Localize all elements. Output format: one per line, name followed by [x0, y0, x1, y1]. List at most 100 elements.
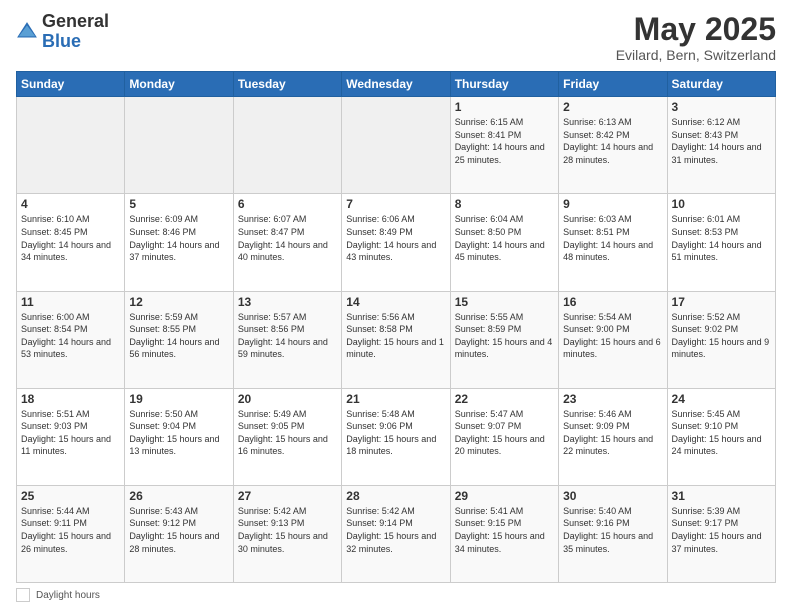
calendar-cell: 16 Sunrise: 5:54 AMSunset: 9:00 PMDayligh…: [559, 291, 667, 388]
calendar-cell: 6Sunrise: 6:07 AMSunset: 8:47 PMDaylight…: [233, 194, 341, 291]
calendar-cell: 12 Sunrise: 5:59 AMSunset: 8:55 PMDayligh…: [125, 291, 233, 388]
day-info: Sunrise: 6:15 AMSunset: 8:41 PMDaylight:…: [455, 116, 554, 166]
day-info: Sunrise: 5:54 AMSunset: 9:00 PMDaylight:…: [563, 311, 662, 361]
calendar-weekday-monday: Monday: [125, 72, 233, 97]
day-info: Sunrise: 5:48 AMSunset: 9:06 PMDaylight:…: [346, 408, 445, 458]
day-number: 28: [346, 489, 445, 503]
day-info: Sunrise: 5:51 AMSunset: 9:03 PMDaylight:…: [21, 408, 120, 458]
calendar-cell: [125, 97, 233, 194]
day-number: 21: [346, 392, 445, 406]
day-info: Sunrise: 5:52 AMSunset: 9:02 PMDaylight:…: [672, 311, 771, 361]
day-number: 25: [21, 489, 120, 503]
day-info: Sunrise: 5:50 AMSunset: 9:04 PMDaylight:…: [129, 408, 228, 458]
calendar-weekday-saturday: Saturday: [667, 72, 775, 97]
day-number: 11: [21, 295, 120, 309]
calendar-weekday-friday: Friday: [559, 72, 667, 97]
day-number: 29: [455, 489, 554, 503]
day-info: Sunrise: 5:55 AMSunset: 8:59 PMDaylight:…: [455, 311, 554, 361]
day-number: 16: [563, 295, 662, 309]
footer-label: Daylight hours: [36, 590, 100, 601]
day-number: 14: [346, 295, 445, 309]
calendar-cell: 19 Sunrise: 5:50 AMSunset: 9:04 PMDayligh…: [125, 388, 233, 485]
day-number: 12: [129, 295, 228, 309]
title-block: May 2025 Evilard, Bern, Switzerland: [616, 12, 776, 63]
day-number: 20: [238, 392, 337, 406]
calendar-cell: 2 Sunrise: 6:13 AMSunset: 8:42 PMDaylight…: [559, 97, 667, 194]
day-number: 30: [563, 489, 662, 503]
calendar-cell: 21 Sunrise: 5:48 AMSunset: 9:06 PMDayligh…: [342, 388, 450, 485]
day-info: Sunrise: 5:42 AMSunset: 9:14 PMDaylight:…: [346, 505, 445, 555]
calendar-cell: 9 Sunrise: 6:03 AMSunset: 8:51 PMDaylight…: [559, 194, 667, 291]
day-info: Sunrise: 6:10 AMSunset: 8:45 PMDaylight:…: [21, 213, 120, 263]
day-info: Sunrise: 5:41 AMSunset: 9:15 PMDaylight:…: [455, 505, 554, 555]
logo: General Blue: [16, 12, 109, 52]
calendar-cell: 17 Sunrise: 5:52 AMSunset: 9:02 PMDayligh…: [667, 291, 775, 388]
day-info: Sunrise: 5:45 AMSunset: 9:10 PMDaylight:…: [672, 408, 771, 458]
day-info: Sunrise: 6:03 AMSunset: 8:51 PMDaylight:…: [563, 213, 662, 263]
calendar-weekday-tuesday: Tuesday: [233, 72, 341, 97]
calendar-cell: 7Sunrise: 6:06 AMSunset: 8:49 PMDaylight…: [342, 194, 450, 291]
day-number: 19: [129, 392, 228, 406]
day-info: Sunrise: 6:12 AMSunset: 8:43 PMDaylight:…: [672, 116, 771, 166]
month-title: May 2025: [616, 12, 776, 47]
calendar-week-row: 4 Sunrise: 6:10 AMSunset: 8:45 PMDaylight…: [17, 194, 776, 291]
day-number: 15: [455, 295, 554, 309]
calendar-header-row: SundayMondayTuesdayWednesdayThursdayFrid…: [17, 72, 776, 97]
day-info: Sunrise: 6:09 AMSunset: 8:46 PMDaylight:…: [129, 213, 228, 263]
calendar-cell: [233, 97, 341, 194]
calendar-week-row: 18 Sunrise: 5:51 AMSunset: 9:03 PMDayligh…: [17, 388, 776, 485]
calendar-cell: 14 Sunrise: 5:56 AMSunset: 8:58 PMDayligh…: [342, 291, 450, 388]
day-number: 5: [129, 197, 228, 211]
day-number: 9: [563, 197, 662, 211]
day-info: Sunrise: 5:47 AMSunset: 9:07 PMDaylight:…: [455, 408, 554, 458]
calendar-weekday-wednesday: Wednesday: [342, 72, 450, 97]
day-number: 23: [563, 392, 662, 406]
day-info: Sunrise: 5:46 AMSunset: 9:09 PMDaylight:…: [563, 408, 662, 458]
day-number: 24: [672, 392, 771, 406]
calendar-cell: 18 Sunrise: 5:51 AMSunset: 9:03 PMDayligh…: [17, 388, 125, 485]
day-number: 13: [238, 295, 337, 309]
day-info: Sunrise: 5:59 AMSunset: 8:55 PMDaylight:…: [129, 311, 228, 361]
calendar-cell: 4 Sunrise: 6:10 AMSunset: 8:45 PMDaylight…: [17, 194, 125, 291]
logo-blue: Blue: [42, 31, 81, 51]
day-info: Sunrise: 5:39 AMSunset: 9:17 PMDaylight:…: [672, 505, 771, 555]
day-number: 2: [563, 100, 662, 114]
day-number: 22: [455, 392, 554, 406]
calendar-weekday-thursday: Thursday: [450, 72, 558, 97]
calendar-cell: 30 Sunrise: 5:40 AMSunset: 9:16 PMDayligh…: [559, 485, 667, 582]
calendar-cell: 31Sunrise: 5:39 AMSunset: 9:17 PMDayligh…: [667, 485, 775, 582]
calendar-cell: 11Sunrise: 6:00 AMSunset: 8:54 PMDayligh…: [17, 291, 125, 388]
calendar-cell: 25 Sunrise: 5:44 AMSunset: 9:11 PMDayligh…: [17, 485, 125, 582]
day-number: 3: [672, 100, 771, 114]
header: General Blue May 2025 Evilard, Bern, Swi…: [16, 12, 776, 63]
day-info: Sunrise: 5:57 AMSunset: 8:56 PMDaylight:…: [238, 311, 337, 361]
calendar-table: SundayMondayTuesdayWednesdayThursdayFrid…: [16, 71, 776, 583]
logo-icon: [16, 21, 38, 43]
calendar-cell: 15 Sunrise: 5:55 AMSunset: 8:59 PMDayligh…: [450, 291, 558, 388]
day-info: Sunrise: 5:44 AMSunset: 9:11 PMDaylight:…: [21, 505, 120, 555]
day-info: Sunrise: 5:40 AMSunset: 9:16 PMDaylight:…: [563, 505, 662, 555]
day-info: Sunrise: 5:42 AMSunset: 9:13 PMDaylight:…: [238, 505, 337, 555]
calendar-cell: 1Sunrise: 6:15 AMSunset: 8:41 PMDaylight…: [450, 97, 558, 194]
day-info: Sunrise: 6:13 AMSunset: 8:42 PMDaylight:…: [563, 116, 662, 166]
calendar-cell: 13 Sunrise: 5:57 AMSunset: 8:56 PMDayligh…: [233, 291, 341, 388]
calendar-cell: 23 Sunrise: 5:46 AMSunset: 9:09 PMDayligh…: [559, 388, 667, 485]
day-number: 18: [21, 392, 120, 406]
day-number: 17: [672, 295, 771, 309]
day-info: Sunrise: 6:06 AMSunset: 8:49 PMDaylight:…: [346, 213, 445, 263]
day-info: Sunrise: 5:56 AMSunset: 8:58 PMDaylight:…: [346, 311, 445, 361]
calendar-cell: 10Sunrise: 6:01 AMSunset: 8:53 PMDayligh…: [667, 194, 775, 291]
logo-general: General: [42, 11, 109, 31]
calendar-cell: 22 Sunrise: 5:47 AMSunset: 9:07 PMDayligh…: [450, 388, 558, 485]
day-number: 8: [455, 197, 554, 211]
calendar-cell: 29 Sunrise: 5:41 AMSunset: 9:15 PMDayligh…: [450, 485, 558, 582]
calendar-week-row: 11Sunrise: 6:00 AMSunset: 8:54 PMDayligh…: [17, 291, 776, 388]
day-info: Sunrise: 6:07 AMSunset: 8:47 PMDaylight:…: [238, 213, 337, 263]
day-info: Sunrise: 6:04 AMSunset: 8:50 PMDaylight:…: [455, 213, 554, 263]
calendar-cell: 3 Sunrise: 6:12 AMSunset: 8:43 PMDaylight…: [667, 97, 775, 194]
day-number: 4: [21, 197, 120, 211]
calendar-week-row: 25 Sunrise: 5:44 AMSunset: 9:11 PMDayligh…: [17, 485, 776, 582]
calendar-cell: 27Sunrise: 5:42 AMSunset: 9:13 PMDayligh…: [233, 485, 341, 582]
day-number: 10: [672, 197, 771, 211]
page: General Blue May 2025 Evilard, Bern, Swi…: [0, 0, 792, 612]
